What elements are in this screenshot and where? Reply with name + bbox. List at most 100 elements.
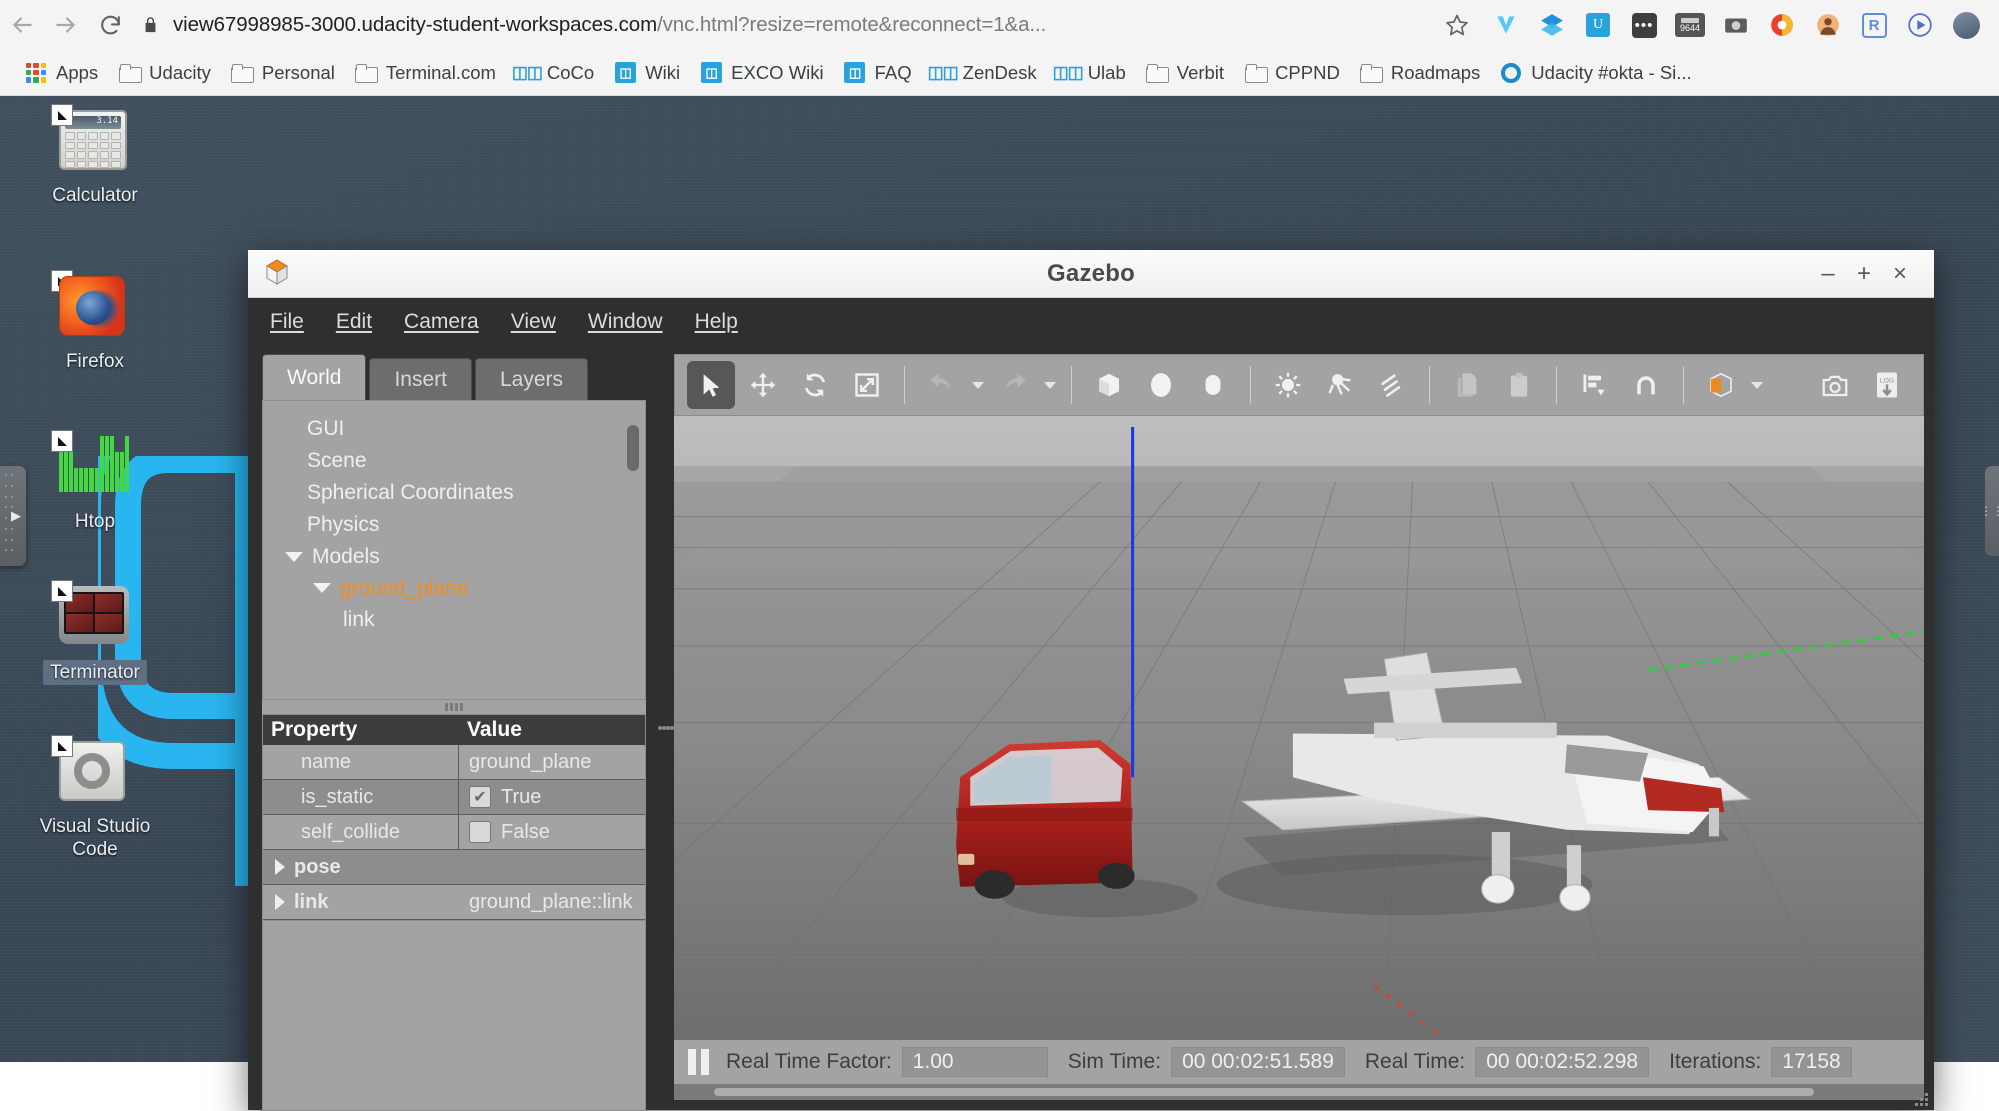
screenshot-icon[interactable] bbox=[1811, 361, 1859, 409]
tree-item-scene[interactable]: Scene bbox=[285, 445, 635, 477]
chevron-right-icon[interactable] bbox=[275, 859, 285, 875]
avatar[interactable] bbox=[1943, 5, 1989, 45]
u-icon[interactable]: U bbox=[1575, 5, 1621, 45]
align-icon[interactable] bbox=[1570, 361, 1618, 409]
table-row[interactable]: is_static ✔ True bbox=[263, 780, 645, 815]
tree-item-physics[interactable]: Physics bbox=[285, 509, 635, 541]
tree-item-spherical-coordinates[interactable]: Spherical Coordinates bbox=[285, 477, 635, 509]
bookmark-wiki[interactable]: ◫ Wiki bbox=[605, 56, 689, 90]
tab-world[interactable]: World bbox=[262, 354, 367, 400]
select-mode-icon[interactable] bbox=[687, 361, 735, 409]
desktop-icon-visual-studio-code[interactable]: Visual Studio Code bbox=[15, 735, 175, 861]
palette-icon[interactable] bbox=[1759, 5, 1805, 45]
view-mode-icon[interactable] bbox=[1697, 361, 1745, 409]
bookmark-roadmaps[interactable]: Roadmaps bbox=[1351, 56, 1489, 90]
reload-button[interactable] bbox=[88, 3, 132, 47]
bookmark-personal[interactable]: Personal bbox=[222, 56, 344, 90]
maximize-button[interactable]: + bbox=[1846, 256, 1882, 292]
translate-mode-icon[interactable] bbox=[739, 361, 787, 409]
table-row[interactable]: pose bbox=[263, 850, 645, 885]
scale-mode-icon[interactable] bbox=[843, 361, 891, 409]
property-name-expandable[interactable]: pose bbox=[263, 850, 459, 884]
redo-icon[interactable] bbox=[990, 361, 1038, 409]
dots-icon[interactable]: ••• bbox=[1621, 5, 1667, 45]
desktop-icon-terminator[interactable]: Terminator bbox=[15, 580, 175, 686]
tree-item-link[interactable]: link bbox=[285, 604, 635, 636]
bookmark-zendesk[interactable]: ◫◫ ZenDesk bbox=[923, 56, 1046, 90]
address-bar[interactable]: view67998985-3000.udacity-student-worksp… bbox=[142, 3, 1429, 47]
rotate-mode-icon[interactable] bbox=[791, 361, 839, 409]
back-button[interactable] bbox=[0, 3, 44, 47]
bookmark-terminal-com[interactable]: Terminal.com bbox=[346, 56, 505, 90]
paste-icon[interactable] bbox=[1495, 361, 1543, 409]
bookmark-coco[interactable]: ◫◫ CoCo bbox=[507, 56, 603, 90]
forward-button[interactable] bbox=[44, 3, 88, 47]
point-light-icon[interactable] bbox=[1264, 361, 1312, 409]
copy-icon[interactable] bbox=[1443, 361, 1491, 409]
bookmark-udacity[interactable]: Udacity bbox=[109, 56, 220, 90]
table-row[interactable]: self_collide ✔ False bbox=[263, 815, 645, 850]
simulation-viewport[interactable] bbox=[674, 416, 1924, 1040]
checkbox-checked-icon[interactable]: ✔ bbox=[469, 786, 491, 808]
play-icon[interactable] bbox=[1897, 5, 1943, 45]
table-row[interactable]: name ground_plane bbox=[263, 745, 645, 780]
close-button[interactable]: × bbox=[1882, 256, 1918, 292]
minimize-button[interactable]: – bbox=[1810, 256, 1846, 292]
undo-icon[interactable] bbox=[918, 361, 966, 409]
gazebo-titlebar[interactable]: Gazebo – + × bbox=[248, 250, 1934, 298]
redo-dropdown-icon[interactable] bbox=[1042, 382, 1058, 389]
menu-window[interactable]: Window bbox=[588, 310, 663, 334]
pause-icon[interactable] bbox=[688, 1049, 714, 1075]
table-row[interactable]: link ground_plane::link bbox=[263, 885, 645, 920]
menu-help[interactable]: Help bbox=[695, 310, 738, 334]
desktop-icon-firefox[interactable]: Firefox bbox=[15, 270, 175, 373]
bookmark-udacity-okta[interactable]: Udacity #okta - Si... bbox=[1491, 56, 1700, 90]
menu-view[interactable]: View bbox=[511, 310, 556, 334]
tab-layers[interactable]: Layers bbox=[475, 358, 589, 400]
insert-sphere-icon[interactable] bbox=[1137, 361, 1185, 409]
checkbox-unchecked-icon[interactable]: ✔ bbox=[469, 821, 491, 843]
desktop-icon-htop[interactable]: Htop bbox=[15, 430, 175, 533]
r-icon[interactable]: R bbox=[1851, 5, 1897, 45]
bookmark-faq[interactable]: ◫ FAQ bbox=[835, 56, 921, 90]
chevron-down-icon[interactable] bbox=[313, 583, 331, 594]
bookmark-verbit[interactable]: Verbit bbox=[1137, 56, 1233, 90]
menu-edit[interactable]: Edit bbox=[336, 310, 372, 334]
camera-icon[interactable] bbox=[1713, 5, 1759, 45]
desktop-icon-calculator[interactable]: 3.14 Calculator bbox=[15, 104, 175, 207]
tab-insert[interactable]: Insert bbox=[369, 358, 472, 400]
viewport-horizontal-scrollbar[interactable] bbox=[674, 1084, 1924, 1100]
gazebo-left-panel: World Insert Layers GUI Scene Spherical … bbox=[248, 346, 658, 1111]
panel-resize-handle[interactable] bbox=[658, 346, 674, 1110]
layers-icon[interactable] bbox=[1529, 5, 1575, 45]
vnc-right-handle[interactable]: ⋮⋮ bbox=[1980, 466, 1999, 556]
log-record-icon[interactable]: LOG bbox=[1863, 361, 1911, 409]
tree-scrollbar[interactable] bbox=[627, 425, 639, 471]
chevron-down-icon[interactable] bbox=[285, 551, 303, 562]
view-mode-dropdown-icon[interactable] bbox=[1749, 382, 1765, 389]
badge-9644-icon[interactable]: 9644 bbox=[1667, 5, 1713, 45]
menu-file[interactable]: File bbox=[270, 310, 304, 334]
directional-light-icon[interactable] bbox=[1368, 361, 1416, 409]
menu-camera[interactable]: Camera bbox=[404, 310, 479, 334]
iterations-value: 17158 bbox=[1771, 1047, 1852, 1077]
undo-dropdown-icon[interactable] bbox=[970, 382, 986, 389]
insert-cylinder-icon[interactable] bbox=[1189, 361, 1237, 409]
property-name-expandable[interactable]: link bbox=[263, 885, 459, 919]
bookmark-star-icon[interactable] bbox=[1435, 3, 1479, 47]
panel-splitter-handle[interactable] bbox=[262, 700, 646, 714]
chevron-right-icon[interactable] bbox=[275, 894, 285, 910]
tree-item-ground-plane[interactable]: ground_plane bbox=[285, 573, 635, 605]
person-icon[interactable] bbox=[1805, 5, 1851, 45]
bookmark-ulab[interactable]: ◫◫ Ulab bbox=[1048, 56, 1135, 90]
spot-light-icon[interactable] bbox=[1316, 361, 1364, 409]
bookmark-apps[interactable]: Apps bbox=[16, 56, 107, 90]
v-icon[interactable] bbox=[1483, 5, 1529, 45]
bookmark-cppnd[interactable]: CPPND bbox=[1235, 56, 1349, 90]
snap-icon[interactable] bbox=[1622, 361, 1670, 409]
window-resize-grip[interactable] bbox=[1910, 1088, 1928, 1106]
insert-box-icon[interactable] bbox=[1085, 361, 1133, 409]
bookmark-exco-wiki[interactable]: ◫ EXCO Wiki bbox=[691, 56, 833, 90]
tree-item-models[interactable]: Models bbox=[285, 541, 635, 573]
tree-item-gui[interactable]: GUI bbox=[285, 413, 635, 445]
